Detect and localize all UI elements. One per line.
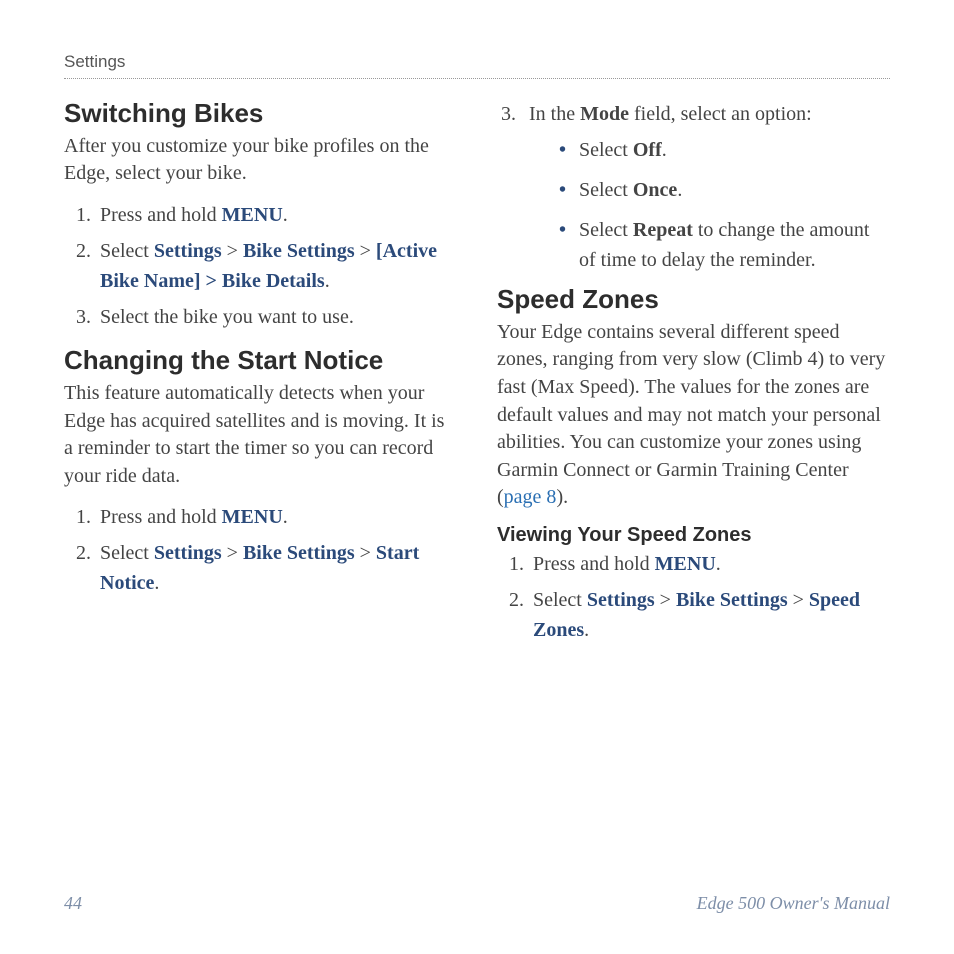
heading-speed-zones: Speed Zones (497, 285, 890, 315)
step-text: > (355, 542, 376, 564)
heading-start-notice: Changing the Start Notice (64, 346, 457, 376)
left-column: Switching Bikes After you customize your… (64, 89, 457, 659)
step-text: > (222, 240, 243, 262)
menu-label: MENU (222, 204, 283, 226)
list-item: Press and hold MENU. (96, 200, 457, 230)
page-footer: 44 Edge 500 Owner's Manual (64, 893, 890, 914)
step-text: . (283, 506, 288, 528)
list-item: Select Settings > Bike Settings > Start … (96, 538, 457, 598)
nav-path: Bike Settings (676, 589, 788, 611)
manual-page: Settings Switching Bikes After you custo… (0, 0, 954, 954)
steps-viewing-zones: Press and hold MENU. Select Settings > B… (497, 549, 890, 645)
list-item: Select Repeat to change the amount of ti… (559, 215, 890, 275)
columns: Switching Bikes After you customize your… (64, 89, 890, 659)
steps-mode: 3. In the Mode field, select an option: … (497, 99, 890, 275)
menu-label: MENU (222, 506, 283, 528)
option-repeat: Repeat (633, 219, 693, 241)
para-speed-zones: Your Edge contains several different spe… (497, 319, 890, 512)
para-switching-bikes: After you customize your bike profiles o… (64, 133, 457, 188)
list-item: Select the bike you want to use. (96, 302, 457, 332)
step-text: Select (100, 240, 154, 262)
step-text: Press and hold (100, 506, 222, 528)
nav-path: Settings (587, 589, 655, 611)
step-text: Select (100, 542, 154, 564)
option-text: . (677, 179, 682, 201)
steps-start-notice: Press and hold MENU. Select Settings > B… (64, 502, 457, 598)
step-text: > (222, 542, 243, 564)
doc-title: Edge 500 Owner's Manual (697, 893, 890, 914)
list-item: Select Once. (559, 175, 890, 205)
step-text: Press and hold (533, 553, 655, 575)
list-item: Press and hold MENU. (529, 549, 890, 579)
nav-path: Bike Settings (243, 240, 355, 262)
option-text: Select (579, 219, 633, 241)
body-text: Your Edge contains several different spe… (497, 321, 885, 509)
nav-path: Bike Settings (243, 542, 355, 564)
menu-label: MENU (655, 553, 716, 575)
option-once: Once (633, 179, 677, 201)
running-head: Settings (64, 52, 890, 79)
heading-switching-bikes: Switching Bikes (64, 99, 457, 129)
option-text: . (662, 139, 667, 161)
step-text: . (154, 572, 159, 594)
steps-switching-bikes: Press and hold MENU. Select Settings > B… (64, 200, 457, 332)
para-start-notice: This feature automatically detects when … (64, 380, 457, 490)
page-number: 44 (64, 893, 82, 914)
step-text: > (655, 589, 676, 611)
option-text: Select (579, 139, 633, 161)
list-item: Select Settings > Bike Settings > Speed … (529, 585, 890, 645)
step-text: In the (529, 103, 580, 125)
nav-path: Settings (154, 240, 222, 262)
page-link[interactable]: page 8 (504, 486, 557, 508)
option-text: Select (579, 179, 633, 201)
right-column: 3. In the Mode field, select an option: … (497, 89, 890, 659)
step-text: . (584, 619, 589, 641)
list-item: Press and hold MENU. (96, 502, 457, 532)
step-text: Select the bike you want to use. (100, 306, 354, 328)
step-text: field, select an option: (629, 103, 812, 125)
nav-path: Settings (154, 542, 222, 564)
body-text: ). (556, 486, 568, 508)
step-text: Press and hold (100, 204, 222, 226)
step-text: Select (533, 589, 587, 611)
list-item: 3. In the Mode field, select an option: … (497, 99, 890, 275)
step-text: . (283, 204, 288, 226)
option-off: Off (633, 139, 662, 161)
heading-viewing-zones: Viewing Your Speed Zones (497, 524, 890, 547)
list-item: Select Off. (559, 135, 890, 165)
list-item: Select Settings > Bike Settings > [Activ… (96, 236, 457, 296)
step-text: > (788, 589, 809, 611)
step-text: > (355, 240, 376, 262)
mode-options: Select Off. Select Once. Select Repeat t… (529, 135, 890, 275)
step-text: . (716, 553, 721, 575)
step-number: 3. (501, 99, 516, 129)
step-text: . (325, 270, 330, 292)
mode-label: Mode (580, 103, 629, 125)
